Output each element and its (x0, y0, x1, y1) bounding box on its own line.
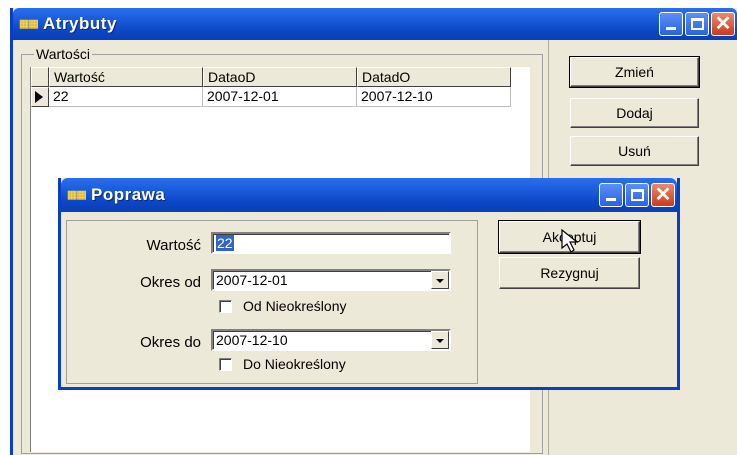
dialog-body: Wartość 22 Okres od 2007-12-01 Od Nieokr… (61, 212, 677, 387)
accept-button[interactable]: Akceptuj (498, 220, 641, 254)
chevron-down-icon (436, 279, 444, 283)
dialog-title: Poprawa (91, 185, 166, 204)
wartosc-value: 22 (216, 235, 234, 251)
okres-od-combo[interactable]: 2007-12-01 (211, 269, 451, 291)
cancel-label: Rezygnuj (540, 265, 599, 281)
maximize-icon (631, 189, 644, 201)
od-nieokreslony-label[interactable]: Od Nieokreślony (243, 298, 347, 314)
edit-dialog: ▦▦ Poprawa ✕ Wartość 22 Okres od 2007-12… (58, 178, 680, 390)
grid-header: Wartość DataoD DatadO (31, 67, 511, 87)
chevron-down-icon (436, 339, 444, 343)
dialog-maximize-button[interactable] (625, 183, 649, 207)
change-button[interactable]: Zmień (569, 56, 700, 88)
dialog-minimize-button[interactable] (599, 183, 623, 207)
cell-wartosc[interactable]: 22 (49, 87, 203, 107)
accept-label: Akceptuj (542, 229, 597, 245)
table-row[interactable]: 22 2007-12-01 2007-12-10 (31, 87, 511, 107)
minimize-icon (606, 198, 616, 201)
okres-od-label: Okres od (140, 274, 201, 291)
header-indicator (31, 67, 49, 87)
column-header-datado[interactable]: DatadO (357, 67, 511, 87)
cell-dataod[interactable]: 2007-12-01 (203, 87, 357, 107)
dialog-app-icon: ▦▦ (67, 189, 87, 201)
do-nieokreslony-label[interactable]: Do Nieokreślony (243, 356, 346, 372)
wartosc-input[interactable]: 22 (211, 232, 451, 254)
column-header-wartosc[interactable]: Wartość (49, 67, 203, 87)
okres-do-label: Okres do (140, 334, 201, 351)
window-title: Atrybuty (43, 14, 117, 33)
row-indicator (31, 87, 49, 107)
okres-od-dropdown-button[interactable] (431, 271, 449, 289)
od-nieokreslony-checkbox[interactable] (219, 300, 232, 313)
column-header-dataod[interactable]: DataoD (203, 67, 357, 87)
dialog-title-bar[interactable]: ▦▦ Poprawa ✕ (61, 178, 677, 212)
cancel-button[interactable]: Rezygnuj (499, 257, 640, 289)
cell-datado[interactable]: 2007-12-10 (357, 87, 511, 107)
delete-label: Usuń (618, 143, 651, 159)
close-icon: ✕ (714, 13, 732, 35)
close-button[interactable]: ✕ (711, 12, 735, 36)
maximize-button[interactable] (685, 12, 709, 36)
group-label: Wartości (34, 46, 92, 62)
minimize-button[interactable] (659, 12, 683, 36)
okres-do-combo[interactable]: 2007-12-10 (211, 329, 451, 351)
add-label: Dodaj (616, 105, 653, 121)
okres-do-dropdown-button[interactable] (431, 331, 449, 349)
do-nieokreslony-checkbox[interactable] (219, 358, 232, 371)
change-label: Zmień (615, 64, 654, 80)
wartosc-label: Wartość (146, 237, 201, 254)
app-icon: ▦▦ (19, 18, 39, 30)
add-button[interactable]: Dodaj (570, 98, 699, 128)
close-icon: ✕ (654, 184, 672, 206)
maximize-icon (691, 18, 704, 30)
dialog-close-button[interactable]: ✕ (651, 183, 675, 207)
row-pointer-icon (35, 91, 43, 103)
minimize-icon (666, 27, 676, 30)
title-bar[interactable]: ▦▦ Atrybuty ✕ (13, 8, 737, 40)
okres-do-value: 2007-12-10 (216, 332, 288, 348)
okres-od-value: 2007-12-01 (216, 272, 288, 288)
delete-button[interactable]: Usuń (570, 136, 699, 166)
